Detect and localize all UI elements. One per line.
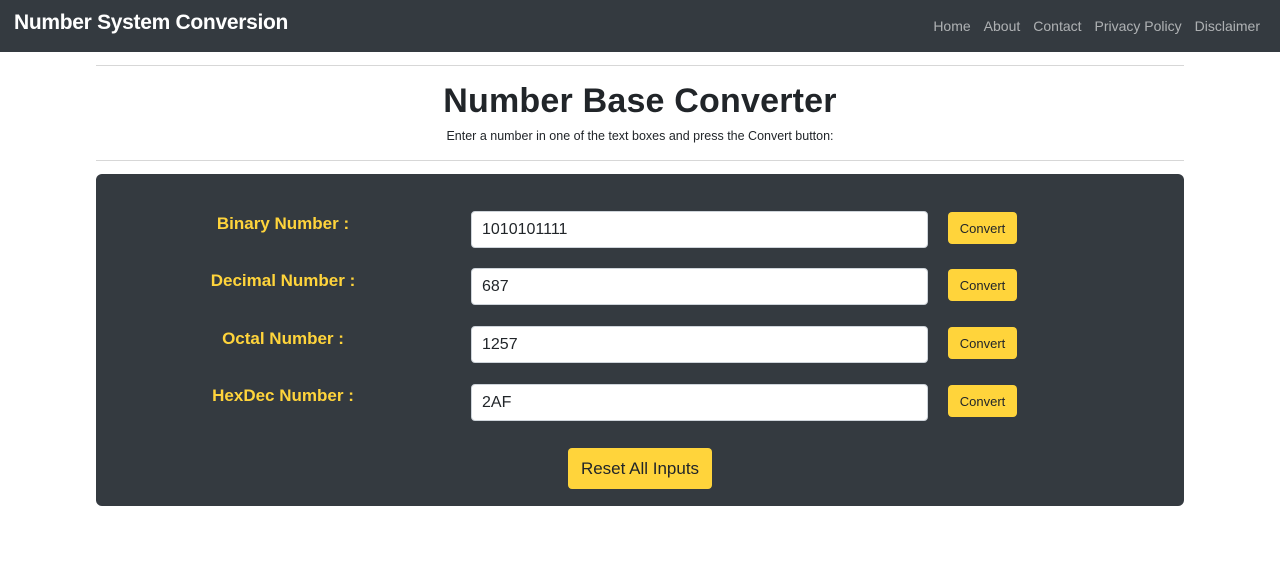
binary-input[interactable] — [471, 211, 928, 248]
octal-label: Octal Number : — [222, 329, 344, 348]
binary-convert-button[interactable]: Convert — [948, 212, 1017, 244]
nav-link-about[interactable]: About — [984, 18, 1021, 34]
nav-link-home[interactable]: Home — [933, 18, 970, 34]
nav-link-contact[interactable]: Contact — [1033, 18, 1081, 34]
top-navbar: Number System Conversion Home About Cont… — [0, 0, 1280, 52]
octal-input[interactable] — [471, 326, 928, 363]
bottom-divider — [96, 160, 1184, 161]
site-brand-link[interactable]: Number System Conversion — [14, 11, 288, 35]
hexdec-label: HexDec Number : — [212, 386, 354, 405]
decimal-convert-button[interactable]: Convert — [948, 269, 1017, 301]
page-subtitle: Enter a number in one of the text boxes … — [446, 129, 834, 143]
top-divider — [96, 65, 1184, 66]
hexdec-convert-button[interactable]: Convert — [948, 385, 1017, 417]
decimal-label: Decimal Number : — [210, 271, 356, 290]
reset-all-inputs-button[interactable]: Reset All Inputs — [568, 448, 712, 489]
hexdec-input[interactable] — [471, 384, 928, 421]
decimal-input[interactable] — [471, 268, 928, 305]
page-title: Number Base Converter — [443, 82, 837, 120]
nav-links: Home About Contact Privacy Policy Discla… — [933, 18, 1260, 34]
nav-link-disclaimer[interactable]: Disclaimer — [1195, 18, 1260, 34]
nav-link-privacy-policy[interactable]: Privacy Policy — [1095, 18, 1182, 34]
octal-convert-button[interactable]: Convert — [948, 327, 1017, 359]
binary-label: Binary Number : — [216, 214, 350, 233]
